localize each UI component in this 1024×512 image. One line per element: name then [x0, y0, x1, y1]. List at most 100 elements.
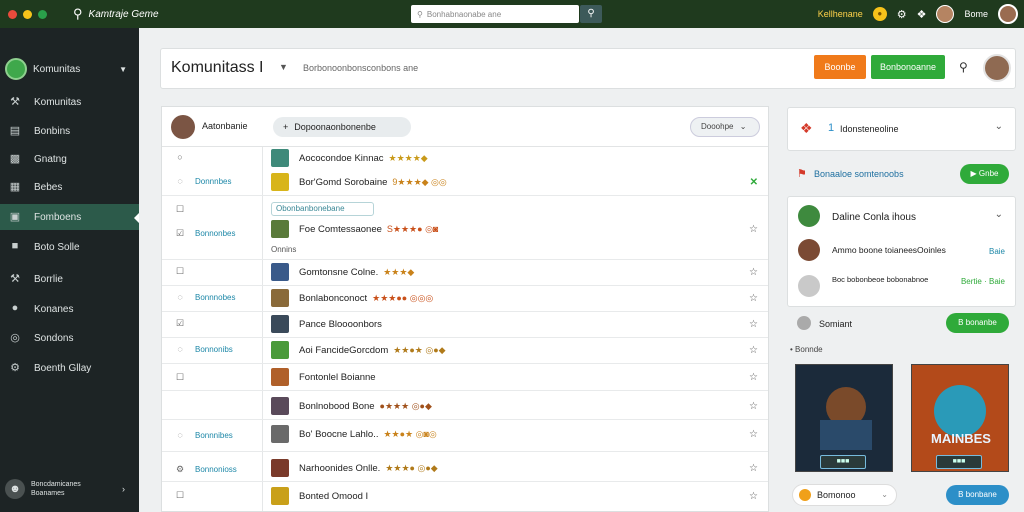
row-checkbox[interactable]: ☐	[162, 199, 262, 219]
group-cell[interactable]: ◌ Bonnonibs	[162, 339, 262, 359]
global-search-input[interactable]: ⚲ Bonhabnaonabe ane	[411, 5, 579, 23]
star-icon[interactable]: ☆	[749, 224, 758, 235]
search-icon[interactable]: ⚲	[73, 6, 83, 22]
sidebar-header[interactable]: Komunitas ▼	[5, 58, 135, 80]
feature-card[interactable]: ❖ 1 Idonsteneoline ⌄	[787, 107, 1016, 151]
row-checkbox[interactable]: ○	[162, 147, 262, 167]
section-label-text: Bonnde	[795, 345, 823, 354]
sidebar-footer[interactable]: ☻ Boncdamicanes Boanames ›	[5, 476, 135, 502]
friend-avatar[interactable]	[798, 239, 820, 261]
list-item[interactable]: Narhoonides Onlle. ★★★● ◎●◆ ☆	[263, 455, 768, 481]
friend-link[interactable]: Bertie · Baie	[961, 277, 1005, 286]
row-checkbox[interactable]: ☑	[162, 313, 262, 333]
list-item[interactable]: Gomtonsne Colne. ★★★◆ ☆	[263, 259, 768, 285]
search-icon[interactable]: ⚲	[959, 60, 968, 74]
friend-name[interactable]: Ammo boone toianeesOoinles	[832, 245, 946, 255]
row-checkbox[interactable]: ☐	[162, 261, 262, 281]
chevron-down-icon[interactable]: ⌄	[995, 121, 1003, 132]
game-thumbnail	[271, 459, 289, 477]
chevron-down-icon[interactable]: ⌄	[995, 209, 1003, 220]
promo-button[interactable]: ▶ Gnbe	[960, 164, 1009, 184]
group-cell[interactable]: ◌ Bonnnobes	[162, 287, 262, 307]
profile-avatar[interactable]	[998, 4, 1018, 24]
settings-icon[interactable]: ⚙	[897, 8, 907, 21]
filter-dropdown[interactable]: Dooohpe ⌄	[690, 117, 760, 137]
friend-avatar[interactable]	[798, 275, 820, 297]
category-tag[interactable]: Obonbanbonebane	[271, 202, 374, 216]
sidebar-item-gnatng[interactable]: ▩ Gnatng	[0, 146, 139, 172]
sidebar-item-bebes[interactable]: ▦ Bebes	[0, 174, 139, 200]
chevron-down-icon[interactable]: ▼	[279, 62, 288, 72]
sidebar-item-boenth-gllay[interactable]: ⚙ Boenth Gllay	[0, 355, 139, 381]
row-checkbox[interactable]: ☐	[162, 367, 262, 387]
group-cell[interactable]: ⚙ Bonnonioss	[162, 459, 262, 479]
game-thumbnail	[271, 341, 289, 359]
orange-action-button[interactable]: Boonbe	[814, 55, 866, 79]
friend-link[interactable]: Baie	[989, 247, 1005, 256]
community-logo-icon	[5, 58, 27, 80]
sidebar-item-fomboens[interactable]: ▣ Fomboens	[0, 204, 139, 230]
star-icon[interactable]: ☆	[749, 345, 758, 356]
add-item-button[interactable]: + Dopoonaonbonenbe	[273, 117, 411, 137]
header-avatar[interactable]	[983, 54, 1011, 82]
sidebar-item-boto-solle[interactable]: ■ Boto Solle	[0, 234, 139, 260]
list-item[interactable]: Fontonlel Boianne ☆	[263, 364, 768, 390]
bottom-select[interactable]: Bomonoo ⌄	[792, 484, 897, 506]
star-icon[interactable]: ☆	[749, 401, 758, 412]
list-item[interactable]: Bo' Boocne Lahlo.. ★★●★ ◎◙◎ ☆	[263, 421, 768, 447]
promo-text[interactable]: Bonaaloe somtenoobs	[814, 169, 904, 179]
star-icon[interactable]: ☆	[749, 293, 758, 304]
coin-icon[interactable]: ●	[872, 7, 887, 21]
star-icon[interactable]: ☆	[749, 319, 758, 330]
group-label: Bonnonibs	[195, 344, 233, 354]
list-item[interactable]: Pance Bloooonbors ☆	[263, 311, 768, 337]
close-icon[interactable]: ✕	[750, 177, 758, 188]
game-poster[interactable]: MAINBES ■■■	[911, 364, 1009, 472]
minimize-window-button[interactable]	[23, 9, 32, 19]
row-title: Bor'Gomd Sorobaine	[299, 176, 388, 188]
sidebar-item-bonbins[interactable]: ▤ Bonbins	[0, 118, 139, 144]
sidebar-item-komunitas[interactable]: ⚒ Komunitas	[0, 89, 139, 115]
list-item[interactable]: Bonted Omood I ☆	[263, 483, 768, 509]
list-item[interactable]: Bonlabonconoct ★★★●● ◎◎◎ ☆	[263, 285, 768, 311]
user-avatar[interactable]	[171, 115, 195, 139]
list-item[interactable]: Aococondoe Kinnac ★★★★◆	[263, 145, 768, 171]
sidebar-item-konanes[interactable]: ● Konanes	[0, 296, 139, 322]
status-text[interactable]: Kellhenane	[818, 9, 863, 19]
user-name[interactable]: Bome	[964, 9, 988, 19]
sidebar-item-label: Konanes	[34, 303, 74, 315]
star-icon[interactable]: ☆	[749, 429, 758, 440]
star-icon[interactable]: ☆	[749, 463, 758, 474]
puzzle-icon: ❖	[800, 120, 813, 136]
search-button[interactable]: ⚲	[580, 5, 602, 23]
bottom-action-button[interactable]: B bonbane	[946, 485, 1009, 505]
list-item[interactable]: Foe Comtessaonee S★★★● ◎◙ ☆	[263, 216, 768, 242]
puzzle-icon[interactable]: ❖	[917, 8, 927, 21]
group-cell[interactable]: ☑ Bonnonbes	[162, 223, 262, 243]
game-poster[interactable]: ■■■	[795, 364, 893, 472]
game-thumbnail	[271, 220, 289, 238]
group-cell[interactable]: ◌ Donnnbes	[162, 171, 262, 191]
list-item[interactable]: Aoi FancideGorcdom ★★●★ ◎●◆ ☆	[263, 337, 768, 363]
green-action-button[interactable]: Bonbonoanne	[871, 55, 945, 79]
star-icon[interactable]: ☆	[749, 267, 758, 278]
maximize-window-button[interactable]	[38, 9, 47, 19]
list-item[interactable]: Bor'Gomd Sorobaine 9★★★◆ ◎◎ ✕	[263, 169, 768, 195]
list-item[interactable]: Bonlnobood Bone ●★★★ ◎●◆ ☆	[263, 393, 768, 419]
row-checkbox[interactable]: ☐	[162, 485, 262, 505]
circle-check-icon: ◌	[177, 344, 183, 354]
sidebar-item-sondons[interactable]: ◎ Sondons	[0, 325, 139, 351]
poster-badge: ■■■	[936, 455, 982, 469]
close-window-button[interactable]	[8, 9, 17, 19]
star-icon[interactable]: ☆	[749, 491, 758, 502]
star-icon[interactable]: ☆	[749, 372, 758, 383]
group-label: Donnnbes	[195, 176, 232, 186]
user-avatar[interactable]	[936, 5, 955, 23]
summit-button[interactable]: B bonanbe	[946, 313, 1009, 333]
row-divider	[162, 451, 768, 452]
friend-name[interactable]: Boc bobonbeoe bobonabnoe	[832, 275, 952, 285]
group-label: Bonnnibes	[195, 430, 233, 440]
sidebar-item-borrlie[interactable]: ⚒ Borrlie	[0, 266, 139, 292]
group-cell[interactable]: ◌ Bonnnibes	[162, 425, 262, 445]
poster-badge: ■■■	[820, 455, 866, 469]
